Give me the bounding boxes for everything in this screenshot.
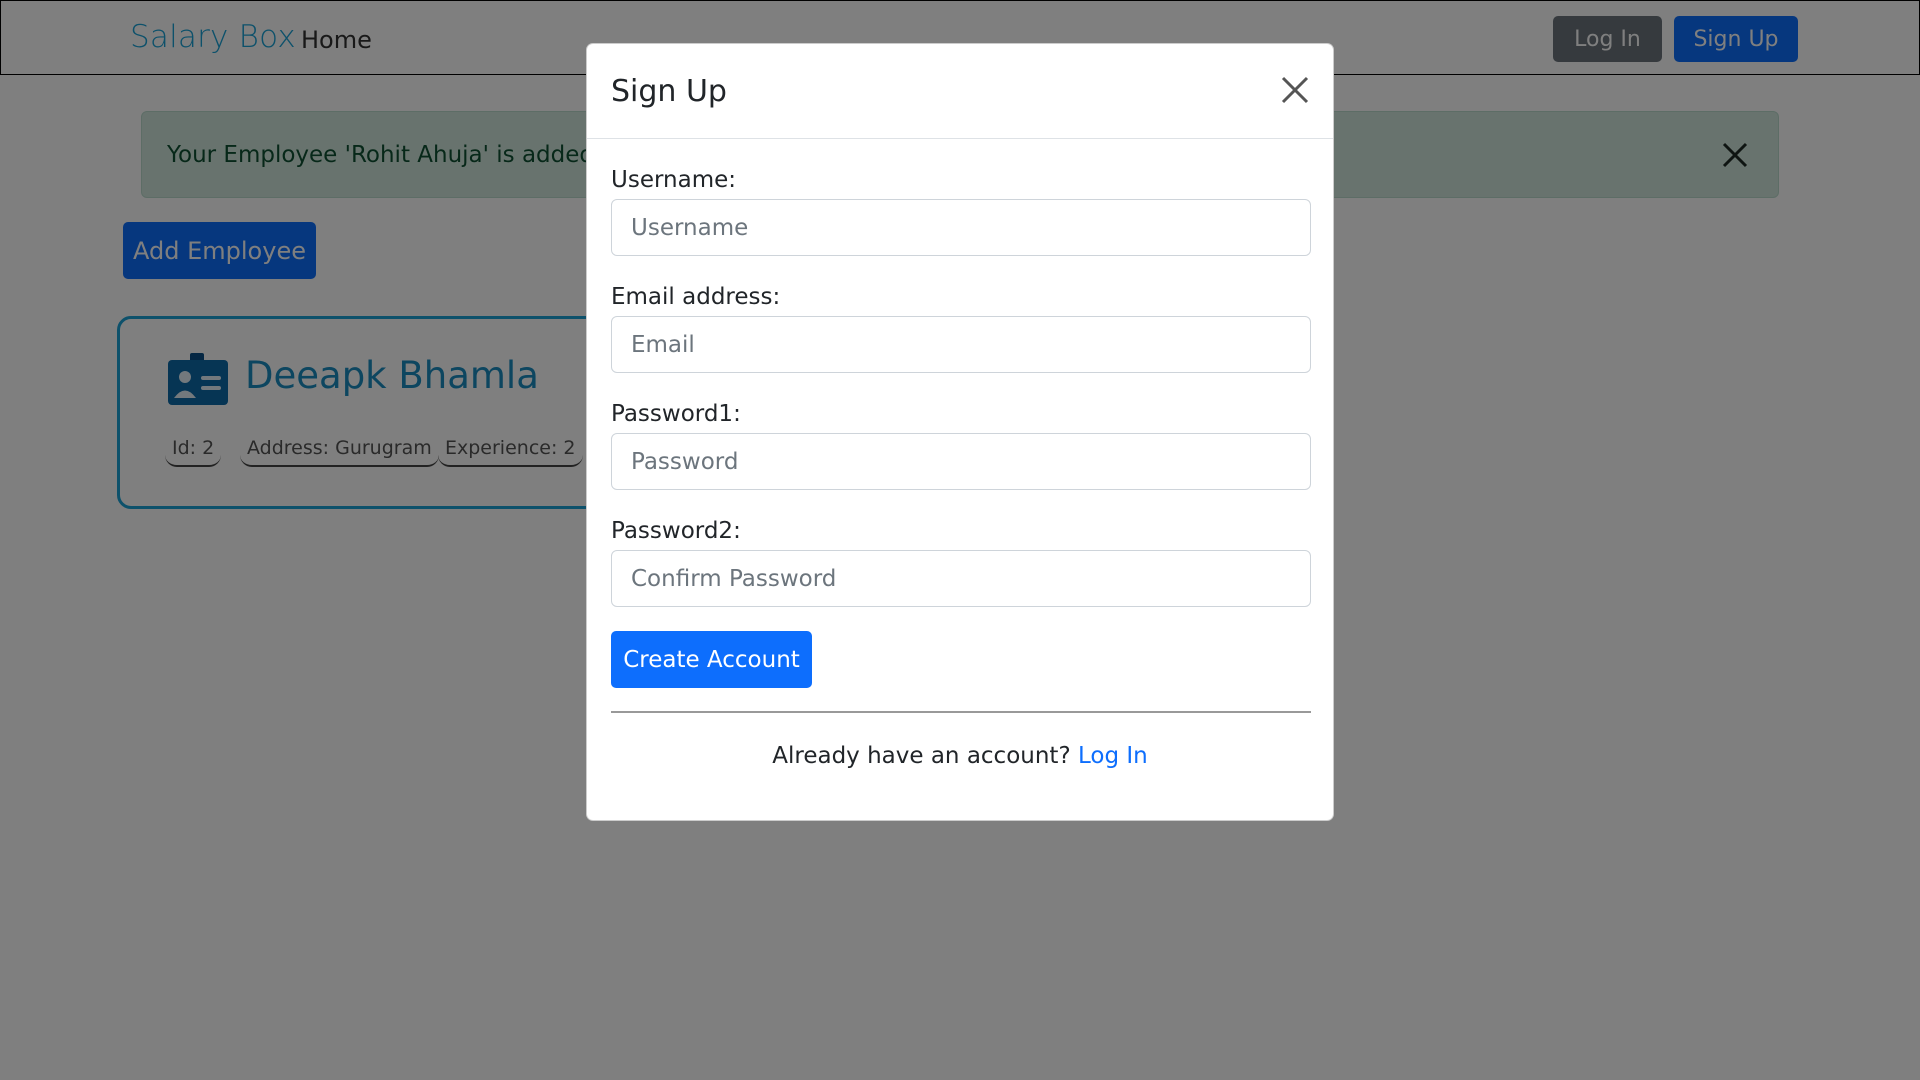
password2-input[interactable] [611, 550, 1311, 607]
modal-title: Sign Up [611, 74, 727, 109]
username-input[interactable] [611, 199, 1311, 256]
close-icon[interactable] [1279, 74, 1311, 106]
password2-label: Password2: [611, 518, 741, 544]
email-input[interactable] [611, 316, 1311, 373]
signup-modal: Sign Up Username: Email address: Passwor… [586, 43, 1334, 821]
login-prompt: Already have an account? Log In [587, 743, 1333, 769]
password1-label: Password1: [611, 401, 741, 427]
create-account-button[interactable]: Create Account [611, 631, 812, 688]
password1-input[interactable] [611, 433, 1311, 490]
login-link[interactable]: Log In [1078, 743, 1148, 769]
username-label: Username: [611, 167, 736, 193]
divider [611, 711, 1311, 713]
email-label: Email address: [611, 284, 781, 310]
modal-header: Sign Up [587, 44, 1333, 139]
login-prompt-text: Already have an account? [772, 743, 1071, 769]
